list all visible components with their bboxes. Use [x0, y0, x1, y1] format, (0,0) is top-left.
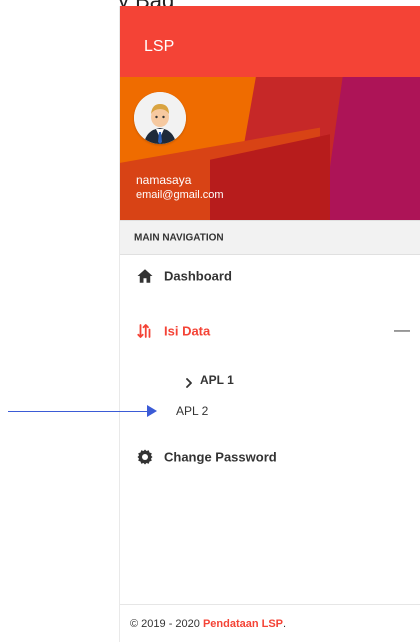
avatar[interactable]	[134, 92, 186, 144]
nav-section-title: MAIN NAVIGATION	[134, 232, 224, 243]
swap-icon	[136, 322, 154, 340]
footer-suffix: .	[283, 618, 287, 630]
menu-item-label: Change Password	[164, 449, 277, 465]
menu-item-label: Dashboard	[164, 268, 232, 284]
nav-section-header: MAIN NAVIGATION	[120, 220, 420, 255]
annotation-arrow-line	[8, 411, 151, 412]
submenu-item-label: APL 1	[200, 373, 234, 387]
app-topbar: LSP	[120, 6, 420, 77]
footer-link[interactable]: Pendataan LSP	[203, 618, 283, 630]
user-email: email@gmail.com	[136, 189, 224, 201]
menu-item-label: Isi Data	[164, 323, 211, 339]
chevron-right-icon	[184, 375, 194, 388]
sidebar-footer: © 2019 - 2020 Pendataan LSP.	[120, 604, 420, 643]
gear-icon	[136, 448, 154, 466]
avatar-icon	[134, 92, 186, 144]
annotation-arrow-head	[147, 405, 157, 417]
submenu-item-apl-2[interactable]: APL 2	[120, 397, 420, 425]
submenu-item-label: APL 2	[176, 404, 209, 418]
user-name: namasaya	[136, 173, 192, 187]
profile-banner: namasaya email@gmail.com	[120, 77, 420, 220]
footer-copyright: © 2019 - 2020 Pendataan LSP.	[130, 618, 286, 630]
menu-item-change-password[interactable]: Change Password	[120, 438, 420, 476]
sidebar: LSP namasaya email@gmail.com MAIN NAVIGA…	[120, 6, 420, 642]
collapse-icon[interactable]: —	[394, 322, 410, 340]
menu-item-isi-data[interactable]: Isi Data —	[120, 312, 420, 350]
home-icon	[136, 267, 154, 285]
menu-item-dashboard[interactable]: Dashboard	[120, 257, 420, 295]
submenu-item-apl-1[interactable]: APL 1	[120, 366, 420, 394]
footer-prefix: © 2019 - 2020	[130, 618, 203, 630]
app-brand[interactable]: LSP	[144, 38, 174, 56]
